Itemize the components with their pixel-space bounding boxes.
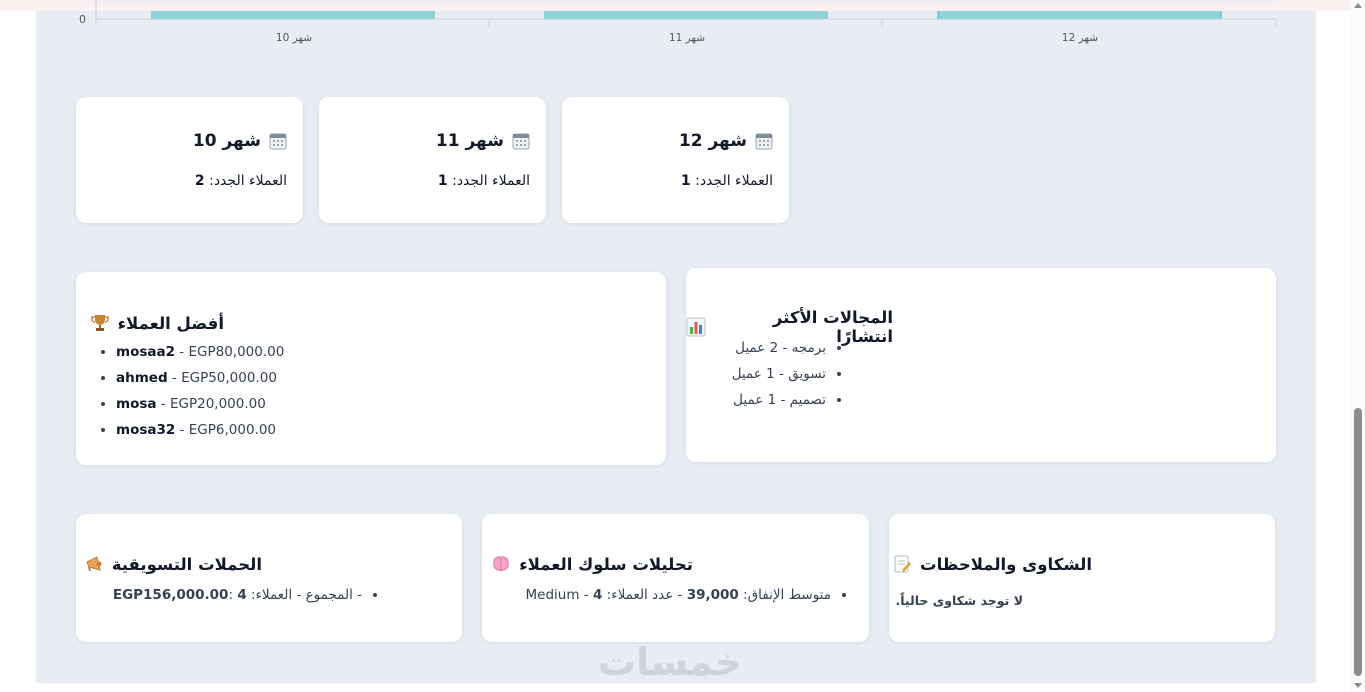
complaints-card: الشكاوى والملاحظات لا توجد شكاوى حالياً. [889,514,1275,642]
campaigns-card: الحملات التسويقية - المجموع - العملاء: 4… [76,514,462,642]
new-clients-line: العملاء الجدد: 1 [437,173,530,189]
calendar-icon [512,132,530,150]
month-card-11: شهر 11 العملاء الجدد: 1 [319,97,546,223]
fields-list: برمجه - 2 عميل تسويق - 1 عميل تصميم - 1 … [686,335,846,413]
x-axis-label: شهر 10 [276,32,312,44]
list-item: تسويق - 1 عميل [686,361,826,387]
monthly-clients-chart: 0 شهر 10 شهر 11 شهر 12 [79,0,1277,44]
list-item: mosa - EGP20,000.00 [116,391,416,417]
bar-chart-icon [686,317,706,337]
scroll-up-arrow-icon[interactable] [1354,3,1362,8]
list-item: متوسط الإنفاق: 39,000 - عدد العملاء: 4 -… [491,582,831,608]
behavior-list: متوسط الإنفاق: 39,000 - عدد العملاء: 4 -… [491,582,851,608]
watermark-logo: خمسات [598,640,742,684]
month-title: شهر 11 [436,131,530,151]
chart-bar-month-10 [151,11,435,19]
scroll-down-arrow-icon[interactable] [1354,683,1362,688]
chart-bar-month-12 [938,11,1221,19]
new-clients-count: 1 [680,173,691,189]
list-item: تصميم - 1 عميل [686,387,826,413]
section-title: الشكاوى والملاحظات [892,554,1092,574]
month-title: شهر 10 [193,131,287,151]
campaign-total: EGP156,000.00 [112,587,229,603]
scrollbar-thumb[interactable] [1354,408,1362,676]
top-clients-card: أفضل العملاء mosaa2 - EGP80,000.00 ahmed… [76,272,666,465]
popular-fields-card: المجالات الأكثر انتشارًا برمجه - 2 عميل … [686,268,1276,462]
calendar-icon [269,132,287,150]
section-title: تحليلات سلوك العملاء [491,554,693,574]
new-clients-line: العملاء الجدد: 2 [194,173,287,189]
trophy-icon [90,313,110,333]
campaigns-list: - المجموع - العملاء: 4 :EGP156,000.00 [72,582,382,608]
section-title: أفضل العملاء [90,313,224,333]
calendar-icon [755,132,773,150]
month-card-10: شهر 10 العملاء الجدد: 2 [76,97,303,223]
new-clients-line: العملاء الجدد: 1 [680,173,773,189]
behavior-card: تحليلات سلوك العملاء متوسط الإنفاق: 39,0… [482,514,869,642]
top-clients-list: mosaa2 - EGP80,000.00 ahmed - EGP50,000.… [96,339,416,443]
list-item: mosaa2 - EGP80,000.00 [116,339,416,365]
megaphone-icon [84,554,104,574]
y-axis-tick: 0 [79,13,86,26]
page-bottom-edge [0,683,1350,692]
x-axis-label: شهر 12 [1062,32,1098,44]
chart-bar-month-11 [544,11,828,19]
month-card-12: شهر 12 العملاء الجدد: 1 [562,97,789,223]
section-title: الحملات التسويقية [84,554,262,574]
new-clients-count: 2 [194,173,205,189]
campaign-clients: 4 [237,587,247,603]
list-item: برمجه - 2 عميل [686,335,826,361]
average-spend: 39,000 [686,587,739,603]
new-clients-count: 1 [437,173,448,189]
month-title: شهر 12 [679,131,773,151]
list-item: ahmed - EGP50,000.00 [116,365,416,391]
no-complaints-text: لا توجد شكاوى حالياً. [895,593,1023,608]
list-item: - المجموع - العملاء: 4 :EGP156,000.00 [72,582,362,608]
client-count: 4 [592,587,603,603]
memo-icon [892,554,912,574]
list-item: mosa32 - EGP6,000.00 [116,417,416,443]
brain-icon [491,554,511,574]
x-axis-label: شهر 11 [669,32,705,44]
